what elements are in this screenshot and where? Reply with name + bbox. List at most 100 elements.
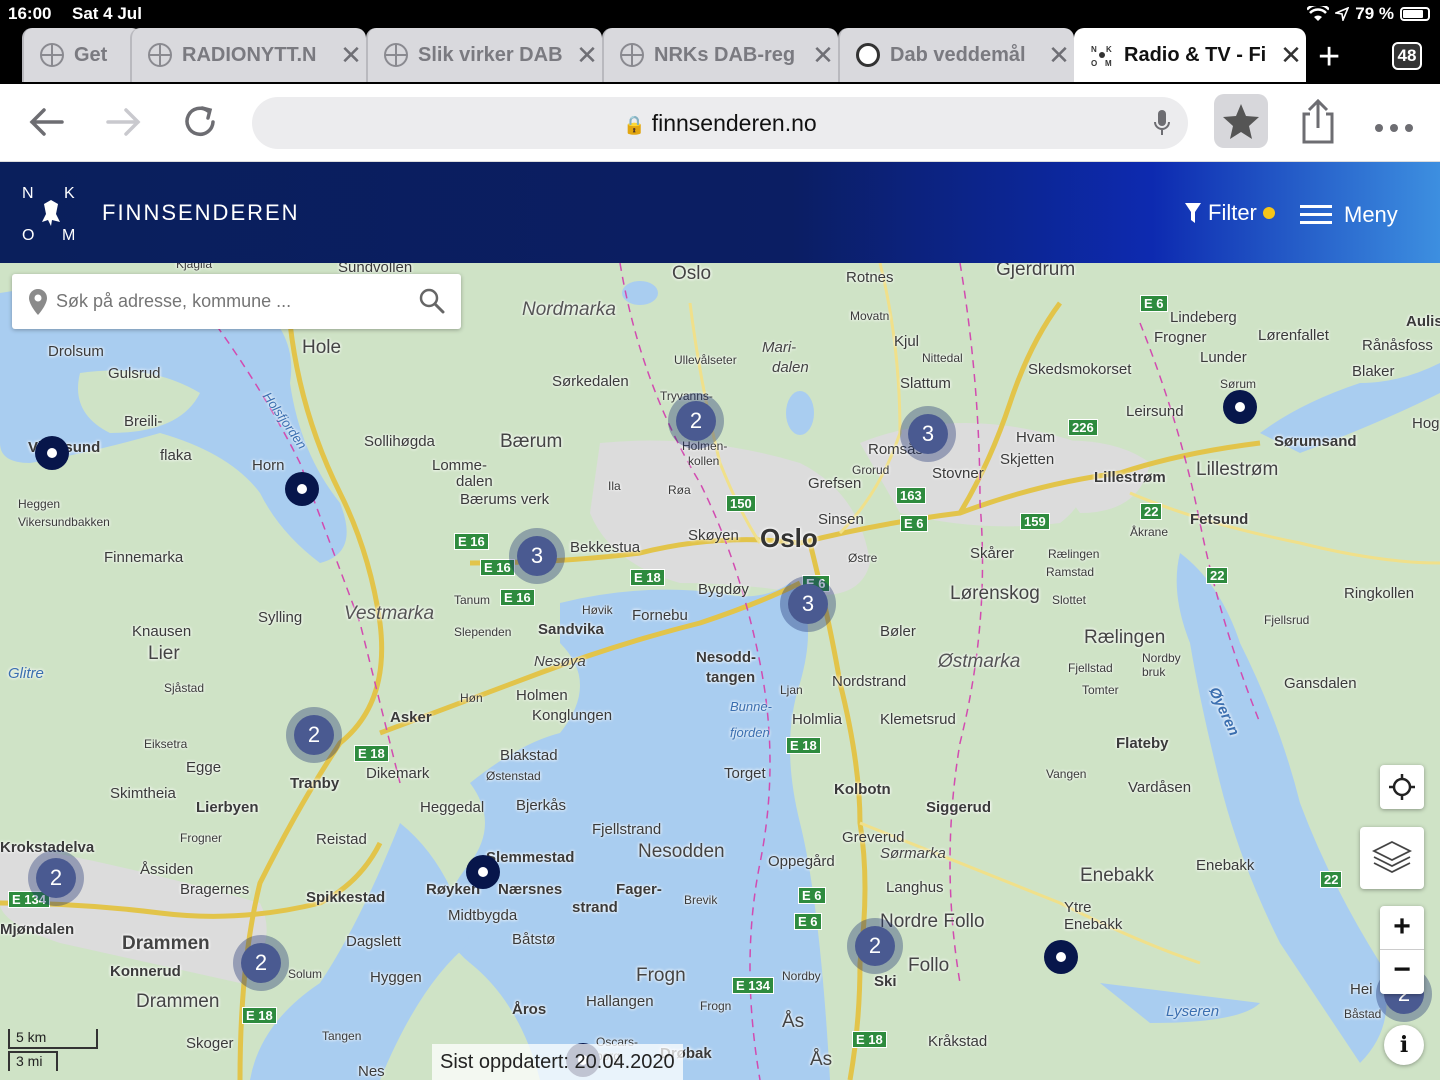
road-shield: 22: [1206, 567, 1229, 584]
close-tab-icon[interactable]: ✕: [1276, 40, 1306, 71]
reload-button[interactable]: [178, 102, 222, 146]
map-label-eiksetra: Eiksetra: [144, 737, 188, 751]
map-label-knausen: Knausen: [132, 623, 192, 640]
map-label-brevik: Brevik: [684, 893, 718, 907]
close-tab-icon[interactable]: ✕: [1044, 40, 1074, 71]
star-icon: [1223, 104, 1259, 139]
wifi-icon: [1307, 6, 1330, 21]
layers-button[interactable]: [1360, 827, 1424, 889]
info-button[interactable]: i: [1384, 1025, 1424, 1065]
transmitter-marker[interactable]: [1223, 390, 1257, 424]
share-button[interactable]: [1296, 98, 1340, 151]
transmitter-cluster[interactable]: 2: [847, 918, 903, 974]
svg-text:O: O: [1091, 59, 1097, 67]
road-shield: 226: [1068, 419, 1098, 436]
logo-letter-m: M: [62, 227, 75, 242]
ellipsis-icon: [1375, 124, 1413, 132]
transmitter-marker[interactable]: [1044, 940, 1078, 974]
site-title: FINNSENDEREN: [102, 200, 300, 225]
microphone-icon[interactable]: [1154, 109, 1170, 137]
transmitter-marker[interactable]: [466, 855, 500, 889]
map-label-aulis: Aulis: [1406, 313, 1440, 330]
road-shield: E 6: [794, 913, 822, 930]
map-label-nordby: Nordby: [782, 969, 821, 983]
forward-button[interactable]: [102, 102, 146, 146]
map-label-ytre-enebakk: Ytre Enebakk: [1064, 899, 1123, 933]
tab-radio-tv[interactable]: NK OM Radio & TV - Fi ✕: [1074, 28, 1306, 82]
map-label-baerums-verk: Bærums verk: [460, 491, 550, 508]
map-label-raelingen: Rælingen: [1084, 627, 1166, 648]
close-tab-icon[interactable]: ✕: [336, 40, 366, 71]
transmitter-cluster[interactable]: 2: [668, 393, 724, 449]
map-label-lorenskog: Lørenskog: [950, 583, 1040, 604]
map-label-kolbotn: Kolbotn: [834, 781, 891, 798]
map-label-hovik: Høvik: [582, 603, 613, 617]
transmitter-marker[interactable]: [35, 436, 69, 470]
transmitter-cluster[interactable]: 3: [509, 528, 565, 584]
logo-letter-o: O: [22, 227, 34, 242]
map-label-fjellstad: Fjellstad: [1068, 661, 1113, 675]
bookmark-button[interactable]: [1214, 94, 1268, 148]
map-label-blakstad: Blakstad: [500, 747, 558, 764]
map-label-ramstad: Ramstad: [1046, 565, 1095, 579]
map-label-nordmarka: Nordmarka: [522, 299, 616, 320]
lock-icon: 🔒: [623, 115, 646, 135]
tab-count-button[interactable]: 48: [1392, 42, 1422, 70]
zoom-in-button[interactable]: +: [1380, 906, 1424, 950]
map-label-nordstrand: Nordstrand: [832, 673, 907, 690]
close-tab-icon[interactable]: ✕: [572, 40, 602, 71]
road-shield: 22: [1140, 503, 1163, 520]
map-label-sandvika: Sandvika: [538, 621, 604, 638]
map-label-oslo: Oslo: [760, 523, 818, 553]
tab-dab-veddemal[interactable]: Dab veddemål ✕: [838, 28, 1074, 82]
map-scale: 5 km 3 mi: [8, 1029, 98, 1075]
transmitter-cluster[interactable]: 3: [900, 406, 956, 462]
battery-percent: 79 %: [1355, 4, 1394, 23]
cluster-count: 2: [241, 943, 281, 983]
address-bar[interactable]: 🔒 finnsenderen.no: [252, 97, 1188, 149]
more-options-button[interactable]: [1374, 104, 1414, 143]
tab-get[interactable]: Get: [22, 28, 142, 82]
road-shield: 150: [726, 495, 756, 512]
search-icon[interactable]: [419, 288, 445, 314]
map-label-lillestrom-kommune: Lillestrøm: [1196, 459, 1279, 480]
map-label-drammen: Drammen: [122, 933, 210, 954]
filter-icon: [1185, 203, 1201, 223]
transmitter-cluster[interactable]: 2: [286, 707, 342, 763]
nkom-logo[interactable]: N K O M: [22, 184, 80, 242]
map-label-bastad: Båstad: [1344, 1007, 1382, 1021]
transmitter-cluster[interactable]: 2: [233, 935, 289, 991]
transmitter-cluster[interactable]: 3: [780, 576, 836, 632]
map-label-drammen-kommune: Drammen: [136, 991, 220, 1012]
cluster-count: 2: [676, 401, 716, 441]
last-updated-label: Sist oppdatert:: [440, 1051, 569, 1073]
map-label-bunnefjorden-1: Bunne-: [730, 699, 772, 714]
transmitter-cluster[interactable]: 2: [28, 850, 84, 906]
map-view[interactable]: Oslo Nordmarka Rotnes Gjerdrum Movatn Kj…: [0, 263, 1440, 1080]
road-shield: 22: [1320, 871, 1343, 888]
road-shield: E 6: [798, 887, 826, 904]
menu-button[interactable]: Meny: [1300, 200, 1398, 229]
zoom-out-button[interactable]: −: [1380, 950, 1424, 994]
transmitter-marker[interactable]: [285, 472, 319, 506]
map-label-hon: Høn: [460, 691, 483, 705]
tab-radionytt[interactable]: RADIONYTT.N ✕: [130, 28, 366, 82]
filter-button[interactable]: Filter: [1184, 200, 1275, 226]
map-label-rotnes: Rotnes: [846, 269, 894, 286]
svg-text:N: N: [1091, 45, 1097, 54]
road-shield: 163: [896, 487, 926, 504]
map-label-nes: Nes: [358, 1063, 385, 1080]
new-tab-button[interactable]: +: [1318, 36, 1340, 79]
back-button[interactable]: [24, 102, 68, 146]
close-tab-icon[interactable]: ✕: [808, 40, 838, 71]
map-label-kjul: Kjul: [894, 333, 920, 350]
map-label-slottet: Slottet: [1052, 593, 1087, 607]
search-input[interactable]: [56, 284, 396, 318]
locate-me-button[interactable]: [1380, 765, 1424, 809]
map-label-leirsund: Leirsund: [1126, 403, 1184, 420]
tab-slik-virker-dab[interactable]: Slik virker DAB ✕: [366, 28, 602, 82]
tab-nrks-dab[interactable]: NRKs DAB-reg ✕: [602, 28, 838, 82]
map-label-hallangen: Hallangen: [586, 993, 654, 1010]
map-label-sinsen: Sinsen: [818, 511, 864, 528]
map-label-skjetten: Skjetten: [1000, 451, 1055, 468]
